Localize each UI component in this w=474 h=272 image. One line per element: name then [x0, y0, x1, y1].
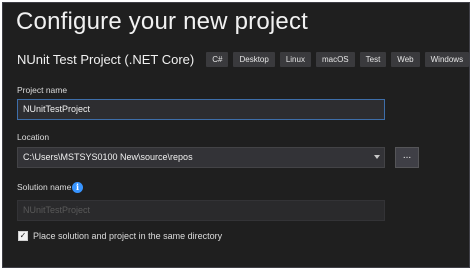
same-directory-label[interactable]: Place solution and project in the same d… [33, 231, 222, 241]
tag-desktop: Desktop [233, 52, 275, 67]
location-value: C:\Users\MSTSYS0100 New\source\repos [23, 152, 193, 162]
browse-button[interactable]: ... [395, 147, 419, 168]
tag-linux: Linux [279, 52, 311, 67]
page-title: Configure your new project [16, 8, 309, 35]
template-name: NUnit Test Project (.NET Core) [17, 52, 195, 67]
info-icon[interactable]: i [72, 182, 83, 193]
tag-web: Web [391, 52, 420, 67]
project-name-input[interactable]: NUnitTestProject [17, 99, 385, 120]
tag-csharp: C# [206, 52, 229, 67]
solution-name-label: Solution name [17, 182, 72, 192]
solution-name-input: NUnitTestProject [17, 200, 385, 221]
chevron-down-icon[interactable] [374, 155, 380, 159]
project-name-label: Project name [17, 85, 68, 95]
location-combobox[interactable]: C:\Users\MSTSYS0100 New\source\repos [17, 147, 385, 168]
template-info: NUnit Test Project (.NET Core) C# Deskto… [17, 52, 474, 67]
tag-windows: Windows [424, 52, 470, 67]
tag-test: Test [359, 52, 387, 67]
tag-macos: macOS [315, 52, 355, 67]
location-label: Location [17, 132, 50, 142]
same-directory-checkbox[interactable]: ✓ [18, 231, 28, 241]
configure-project-dialog: Configure your new project NUnit Test Pr… [2, 2, 470, 268]
